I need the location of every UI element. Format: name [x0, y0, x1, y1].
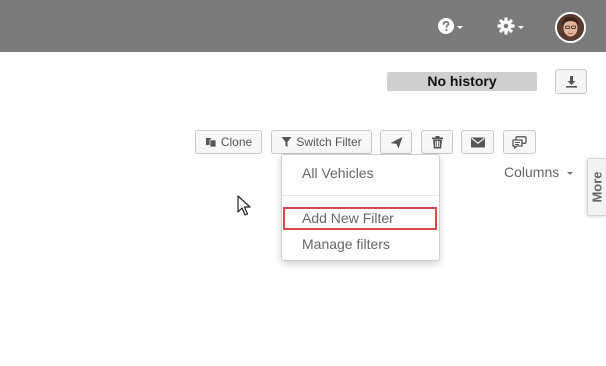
delete-button[interactable] — [421, 130, 453, 154]
send-icon — [390, 136, 402, 148]
menu-divider — [282, 195, 439, 196]
menu-item-add-new-filter[interactable]: Add New Filter — [302, 210, 394, 226]
gear-icon — [497, 17, 515, 35]
download-icon — [565, 76, 577, 88]
switch-filter-label: Switch Filter — [296, 135, 362, 149]
history-status: No history — [387, 72, 537, 91]
filter-icon — [281, 137, 292, 147]
clone-label: Clone — [220, 135, 253, 149]
top-bar — [0, 0, 606, 52]
more-tab-label: More — [589, 171, 605, 203]
trash-icon — [431, 135, 443, 148]
settings-menu-button[interactable] — [497, 13, 524, 39]
help-menu-button[interactable] — [438, 13, 463, 39]
columns-label: Columns — [504, 164, 560, 180]
comment-icon — [512, 135, 527, 149]
avatar-image — [557, 14, 584, 41]
menu-item-manage-filters[interactable]: Manage filters — [302, 236, 390, 252]
user-avatar[interactable] — [555, 12, 586, 43]
columns-dropdown[interactable]: Columns — [504, 163, 574, 181]
clone-icon — [205, 138, 217, 148]
help-icon — [438, 18, 454, 34]
menu-item-all-vehicles[interactable]: All Vehicles — [302, 165, 374, 181]
chevron-down-icon — [457, 25, 463, 29]
chevron-down-icon — [567, 171, 574, 175]
more-tab[interactable]: More — [587, 158, 606, 216]
switch-filter-button[interactable]: Switch Filter — [271, 130, 372, 154]
clone-button[interactable]: Clone — [195, 130, 262, 154]
email-button[interactable] — [461, 130, 494, 154]
filter-dropdown-menu: All Vehicles Add New Filter Manage filte… — [281, 154, 440, 261]
download-button[interactable] — [555, 69, 587, 94]
chevron-down-icon — [518, 25, 524, 29]
mail-icon — [470, 137, 485, 147]
comments-button[interactable] — [503, 130, 536, 154]
mouse-pointer-icon — [237, 195, 251, 216]
send-button[interactable] — [380, 130, 412, 154]
